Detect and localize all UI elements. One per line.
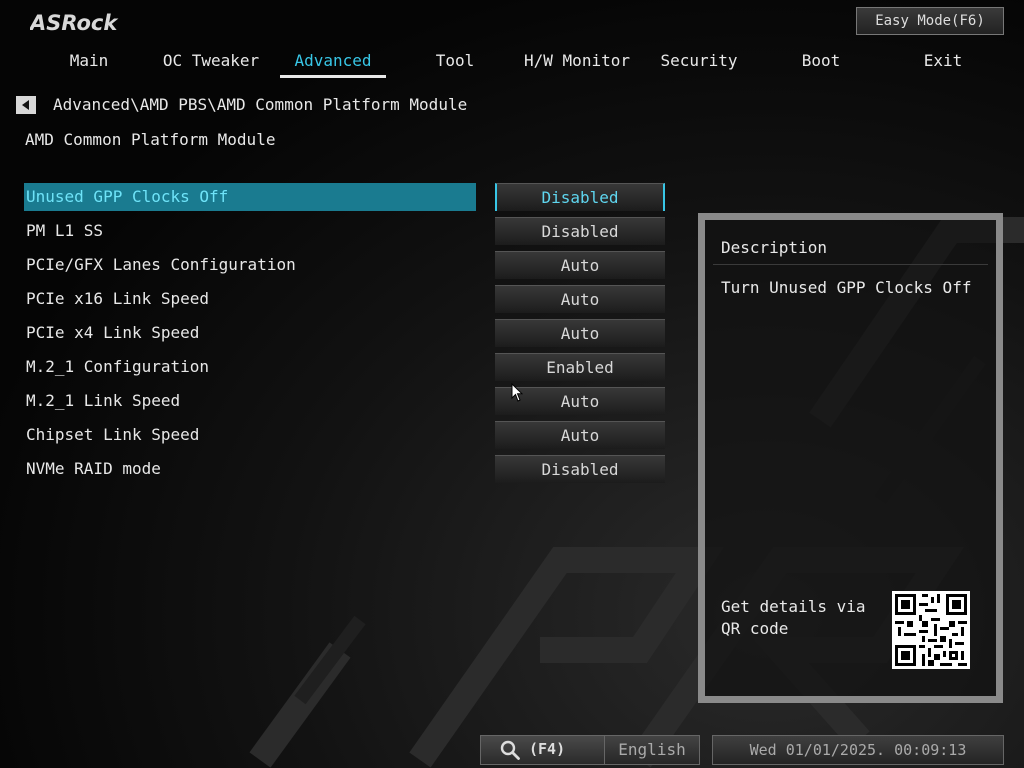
bios-screen: ASRock Easy Mode(F6) Main OC Tweaker Adv… <box>0 0 1024 768</box>
back-arrow-icon[interactable] <box>16 96 36 114</box>
main-tab-bar: Main OC Tweaker Advanced Tool H/W Monito… <box>28 48 1004 80</box>
qr-code-icon <box>892 591 970 669</box>
setting-label: NVMe RAID mode <box>26 459 161 478</box>
setting-value-button[interactable]: Disabled <box>495 183 665 211</box>
setting-value-button[interactable]: Auto <box>495 251 665 279</box>
setting-label: PCIe x16 Link Speed <box>26 289 210 308</box>
setting-value-button[interactable]: Disabled <box>495 455 665 483</box>
description-title: Description <box>721 238 827 257</box>
description-divider <box>713 264 988 265</box>
tab-hw-monitor[interactable]: H/W Monitor <box>516 48 638 78</box>
setting-row-pm-l1-ss[interactable]: PM L1 SS Disabled <box>24 217 666 251</box>
setting-row-m2-1-link-speed[interactable]: M.2_1 Link Speed Auto <box>24 387 666 421</box>
setting-row-pcie-x4-link-speed[interactable]: PCIe x4 Link Speed Auto <box>24 319 666 353</box>
description-text: Turn Unused GPP Clocks Off <box>721 278 972 297</box>
page-title: AMD Common Platform Module <box>25 130 276 149</box>
asrock-logo: ASRock <box>30 11 119 34</box>
tab-oc-tweaker[interactable]: OC Tweaker <box>150 48 272 78</box>
search-icon <box>500 740 520 760</box>
setting-value-button[interactable]: Auto <box>495 285 665 313</box>
settings-list: Unused GPP Clocks Off Disabled PM L1 SS … <box>24 183 666 489</box>
breadcrumb: Advanced\AMD PBS\AMD Common Platform Mod… <box>53 95 468 114</box>
language-button[interactable]: English <box>604 735 700 765</box>
tab-tool[interactable]: Tool <box>394 48 516 78</box>
setting-label: M.2_1 Link Speed <box>26 391 181 410</box>
tab-security[interactable]: Security <box>638 48 760 78</box>
setting-value-button[interactable]: Enabled <box>495 353 665 381</box>
setting-row-nvme-raid-mode[interactable]: NVMe RAID mode Disabled <box>24 455 666 489</box>
search-shortcut-label: (F4) <box>529 740 566 758</box>
setting-row-unused-gpp-clocks-off[interactable]: Unused GPP Clocks Off Disabled <box>24 183 666 217</box>
setting-row-pcie-gfx-lanes-configuration[interactable]: PCIe/GFX Lanes Configuration Auto <box>24 251 666 285</box>
tab-advanced[interactable]: Advanced <box>272 48 394 78</box>
qr-caption: Get details via QR code <box>721 597 866 638</box>
setting-label: Chipset Link Speed <box>26 425 200 444</box>
setting-label: PCIe x4 Link Speed <box>26 323 200 342</box>
setting-row-chipset-link-speed[interactable]: Chipset Link Speed Auto <box>24 421 666 455</box>
setting-label: Unused GPP Clocks Off <box>24 183 476 211</box>
setting-value-button[interactable]: Auto <box>495 421 665 449</box>
setting-value-button[interactable]: Auto <box>495 319 665 347</box>
tab-exit[interactable]: Exit <box>882 48 1004 78</box>
setting-label: PM L1 SS <box>26 221 104 240</box>
setting-value-button[interactable]: Disabled <box>495 217 665 245</box>
tab-main[interactable]: Main <box>28 48 150 78</box>
easy-mode-button[interactable]: Easy Mode(F6) <box>856 7 1004 35</box>
description-panel: Description Turn Unused GPP Clocks Off G… <box>698 213 1003 703</box>
setting-label: M.2_1 Configuration <box>26 357 210 376</box>
datetime-display: Wed 01/01/2025. 00:09:13 <box>712 735 1004 765</box>
svg-text:ASRock: ASRock <box>30 11 119 34</box>
tab-boot[interactable]: Boot <box>760 48 882 78</box>
mouse-cursor-icon <box>511 383 523 402</box>
setting-label: PCIe/GFX Lanes Configuration <box>26 255 296 274</box>
setting-row-m2-1-configuration[interactable]: M.2_1 Configuration Enabled <box>24 353 666 387</box>
setting-row-pcie-x16-link-speed[interactable]: PCIe x16 Link Speed Auto <box>24 285 666 319</box>
